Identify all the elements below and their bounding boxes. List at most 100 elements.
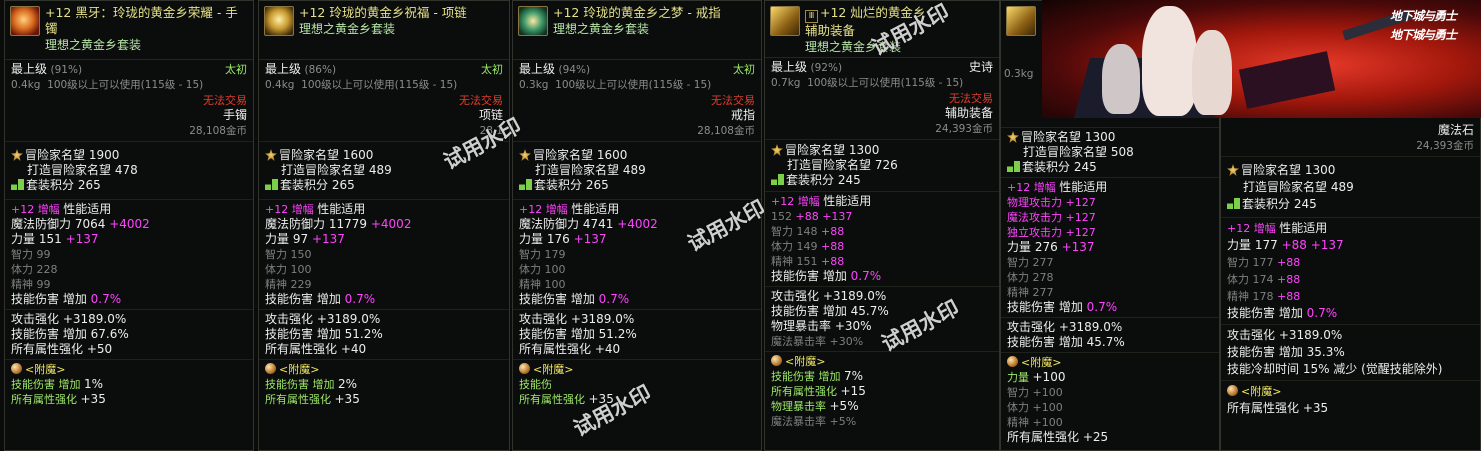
fame-value: 1300 bbox=[848, 143, 880, 157]
attack-boost: 攻击强化 +3189.0% bbox=[11, 312, 127, 326]
stat-label: 力量 bbox=[265, 232, 290, 246]
weight: 0.7kg bbox=[771, 77, 801, 89]
stat-bonus: +88 bbox=[795, 210, 819, 223]
enchant-title: <附魔> bbox=[785, 355, 826, 368]
magic-crit-row: 魔法暴击率 +30% bbox=[771, 335, 864, 348]
item-title: +12 玲珑的黄金乡祝福 - 项链 理想之黄金乡套装 bbox=[299, 5, 467, 36]
attack-boost: 攻击强化 +3189.0% bbox=[1007, 320, 1123, 334]
attack-label: 独立攻击力 bbox=[1007, 226, 1062, 239]
set-points-value: 265 bbox=[585, 178, 609, 192]
item-type: 手镯 bbox=[222, 108, 247, 122]
grade-label: 最上级 bbox=[265, 62, 302, 76]
attack-boost: 攻击强化 +3189.0% bbox=[1227, 328, 1343, 342]
trade-status: 无法交易 bbox=[711, 94, 755, 107]
forge-fame-label: 打造冒险家名望 bbox=[281, 163, 366, 177]
forge-fame-label: 打造冒险家名望 bbox=[535, 163, 620, 177]
enchant-label: 所有属性强化 bbox=[771, 385, 837, 398]
enchant-value: +5% bbox=[829, 399, 859, 413]
enchant-label: 所有属性强化 bbox=[11, 393, 77, 406]
enchant-row: 体力 +100 bbox=[1007, 401, 1063, 414]
enchant-label: 所有属性强化 bbox=[519, 393, 585, 406]
item-title: +12 黑牙：玲珑的黄金乡荣耀 - 手镯 理想之黄金乡套装 bbox=[45, 5, 238, 52]
set-points-value: 265 bbox=[77, 178, 101, 192]
enchant-label: 技能伤害 增加 bbox=[771, 370, 841, 383]
rarity-label: 太初 bbox=[481, 63, 503, 76]
stat-value: 177 bbox=[1254, 238, 1278, 252]
fame-label: 冒险家名望 bbox=[279, 148, 340, 162]
attack-boost: 攻击强化 +3189.0% bbox=[519, 312, 635, 326]
forge-fame-value: 726 bbox=[874, 158, 898, 172]
item-type: 魔法石 bbox=[1437, 123, 1474, 137]
stat-row: 智力 179 bbox=[519, 248, 566, 261]
enchant-orb-icon bbox=[771, 355, 782, 366]
slot-icon: Ⅲ bbox=[805, 10, 818, 23]
fame-value: 1600 bbox=[342, 148, 374, 162]
game-logo: 地下城与勇士 bbox=[1390, 9, 1457, 23]
forge-fame-value: 489 bbox=[1330, 180, 1354, 194]
enchant-label: 物理暴击率 bbox=[771, 400, 826, 413]
stat-bonus: +137 bbox=[822, 210, 853, 223]
rarity-label: 太初 bbox=[225, 63, 247, 76]
skill-damage-value: 0.7% bbox=[1306, 306, 1338, 320]
set-points-value: 245 bbox=[1293, 197, 1317, 211]
stat-row: 体力 278 bbox=[1007, 271, 1054, 284]
amplify-label: +12 增幅 bbox=[1227, 222, 1276, 235]
auxiliary-equipment-icon bbox=[770, 6, 800, 36]
amplify-label: +12 增幅 bbox=[1007, 181, 1056, 194]
skill-damage-row: 技能伤害 增加 67.6% bbox=[11, 327, 129, 341]
enchant-title: <附魔> bbox=[533, 363, 574, 376]
item-panel-auxiliary: Ⅲ +12 灿烂的黄金乡 辅助装备 理想之黄金乡套装 最上级 (92%) 史诗 0.… bbox=[764, 0, 1000, 451]
fame-label: 冒险家名望 bbox=[1241, 163, 1302, 177]
fame-label: 冒险家名望 bbox=[785, 143, 846, 157]
fame-value: 1900 bbox=[88, 148, 120, 162]
stat-label: 体力 174 bbox=[1227, 273, 1274, 286]
enchant-title: <附魔> bbox=[1241, 385, 1282, 398]
stat-label: 力量 bbox=[1227, 238, 1252, 252]
forge-fame-label: 打造冒险家名望 bbox=[1243, 180, 1328, 194]
amplify-label: +12 增幅 bbox=[265, 203, 314, 216]
enchant-label: 所有属性强化 bbox=[1007, 430, 1080, 444]
stat-bonus: +88 bbox=[821, 255, 845, 268]
skill-damage-value: 0.7% bbox=[1086, 300, 1118, 314]
set-points-icon bbox=[11, 179, 24, 190]
attack-value: +127 bbox=[1065, 226, 1096, 239]
item-type: 项链 bbox=[478, 108, 503, 122]
enchant-label: 所有属性强化 bbox=[1227, 401, 1300, 415]
skill-damage-value: 0.7% bbox=[344, 292, 376, 306]
forge-fame-label: 打造冒险家名望 bbox=[1023, 145, 1108, 159]
medal-icon bbox=[11, 149, 23, 161]
grade-percent: (86%) bbox=[304, 64, 337, 76]
skill-damage-value: 0.7% bbox=[90, 292, 122, 306]
stat-bonus: +88 bbox=[1277, 273, 1301, 286]
medal-icon bbox=[1007, 131, 1019, 143]
medal-icon bbox=[1227, 164, 1239, 176]
character-silhouette bbox=[1238, 51, 1336, 109]
enchant-value: +35 bbox=[80, 392, 106, 406]
set-points-label: 套装积分 bbox=[786, 173, 835, 187]
forge-fame-value: 508 bbox=[1110, 145, 1134, 159]
skill-damage-value: 0.7% bbox=[850, 269, 882, 283]
stat-bonus: +137 bbox=[1310, 238, 1344, 252]
stat-bonus: +4002 bbox=[370, 217, 412, 231]
enchant-value: +35 bbox=[334, 392, 360, 406]
bracelet-icon bbox=[10, 6, 40, 36]
grade-label: 最上级 bbox=[771, 60, 808, 74]
attack-value: +127 bbox=[1065, 196, 1096, 209]
stat-label: 精神 151 bbox=[771, 255, 818, 268]
fame-label: 冒险家名望 bbox=[533, 148, 594, 162]
fame-value: 1300 bbox=[1084, 130, 1116, 144]
stat-label: 智力 148 bbox=[771, 225, 818, 238]
stat-row: 体力 100 bbox=[265, 263, 312, 276]
stat-label: 魔法防御力 bbox=[265, 217, 326, 231]
fame-value: 1300 bbox=[1304, 163, 1336, 177]
enchant-row: 精神 +100 bbox=[1007, 416, 1063, 429]
attack-label: 魔法攻击力 bbox=[1007, 211, 1062, 224]
stat-row: 智力 99 bbox=[11, 248, 51, 261]
forge-fame-label: 打造冒险家名望 bbox=[787, 158, 872, 172]
attack-boost: 攻击强化 +3189.0% bbox=[771, 289, 887, 303]
item-panel-bracelet: +12 黑牙：玲珑的黄金乡荣耀 - 手镯 理想之黄金乡套装 最上级 (91%) 太… bbox=[4, 0, 254, 451]
enchant-label: 技能伤害 增加 bbox=[11, 378, 81, 391]
rarity-label: 太初 bbox=[733, 63, 755, 76]
grade-label: 最上级 bbox=[11, 62, 48, 76]
attack-label: 物理攻击力 bbox=[1007, 196, 1062, 209]
